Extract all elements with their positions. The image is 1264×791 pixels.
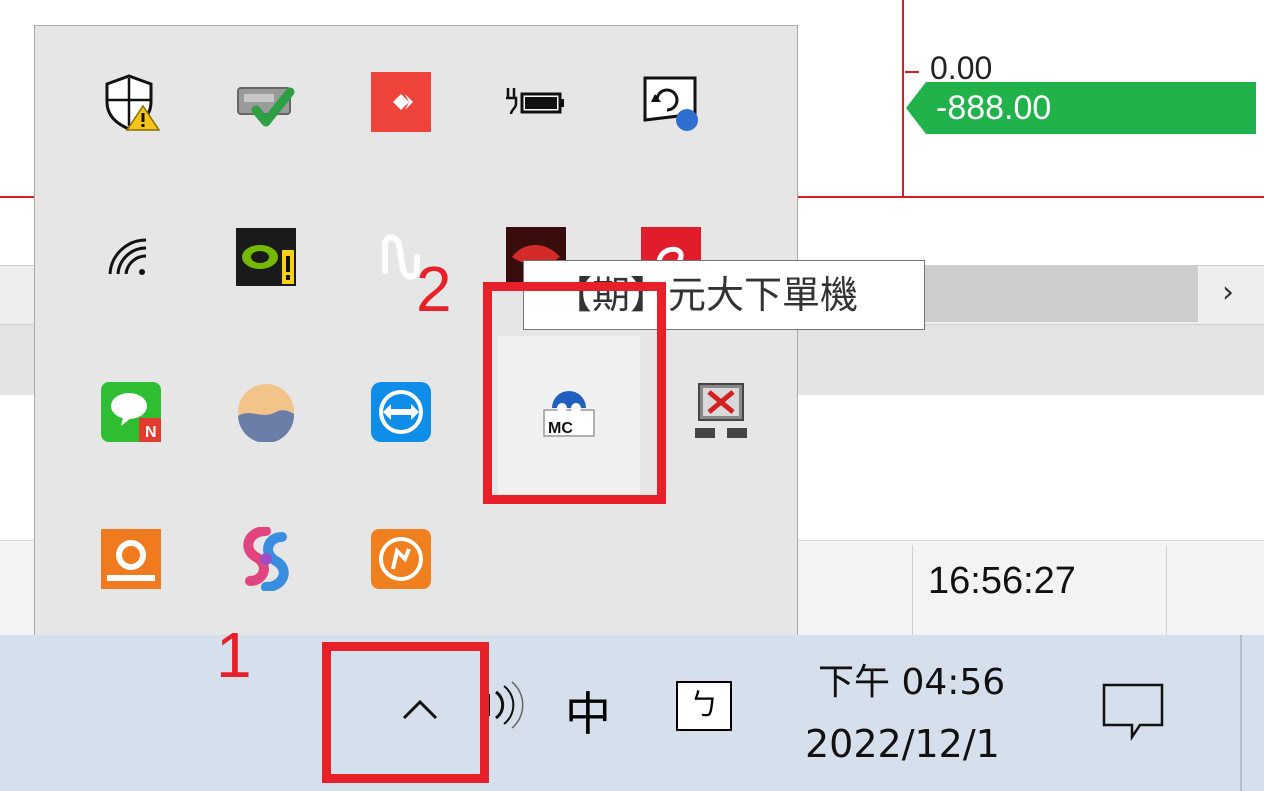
concords-icon[interactable] xyxy=(83,511,179,607)
clock-time[interactable]: 下午 04:56 xyxy=(818,653,1005,705)
nvidia-warning-icon[interactable] xyxy=(218,209,314,305)
annotation-box-2 xyxy=(483,282,666,504)
chart-vertical-line xyxy=(902,0,904,197)
network-disconnected-icon[interactable] xyxy=(673,364,769,460)
status-divider xyxy=(1166,545,1167,635)
annotation-number-2: 2 xyxy=(416,253,452,325)
price-flag-arrow xyxy=(906,82,926,134)
battery-charging-icon[interactable] xyxy=(488,54,584,150)
taskbar xyxy=(0,635,1264,791)
tray-overflow-popup: N MC xyxy=(34,25,798,637)
annotation-number-1: 1 xyxy=(216,619,252,691)
notification-center-icon[interactable] xyxy=(1102,683,1164,742)
anydesk-icon[interactable] xyxy=(353,54,449,150)
weather-icon[interactable] xyxy=(218,364,314,460)
orange-app-icon[interactable] xyxy=(353,511,449,607)
line-messenger-icon[interactable]: N xyxy=(83,364,179,460)
taskbar-edge xyxy=(1240,635,1242,791)
clock-date[interactable]: 2022/12/1 xyxy=(805,722,1000,766)
windows-security-warning-icon[interactable] xyxy=(83,54,179,150)
annotation-box-1 xyxy=(322,642,489,783)
scrollbar-thumb[interactable] xyxy=(900,266,1198,322)
price-flag: -888.00 xyxy=(926,82,1256,134)
ime-symbol-button[interactable]: ㄅ xyxy=(676,681,732,731)
scroll-right-button[interactable]: › xyxy=(1208,268,1248,318)
swirl-app-icon[interactable] xyxy=(218,511,314,607)
svg-text:N: N xyxy=(145,424,157,441)
status-time: 16:56:27 xyxy=(928,560,1076,602)
ime-mode-indicator[interactable]: 中 xyxy=(565,678,611,744)
teamviewer-icon[interactable] xyxy=(353,364,449,460)
chart-tick xyxy=(905,71,919,73)
safely-remove-hardware-icon[interactable] xyxy=(218,54,314,150)
status-divider xyxy=(912,545,913,635)
wifi-icon[interactable] xyxy=(83,209,179,305)
display-settings-icon[interactable] xyxy=(623,54,719,150)
